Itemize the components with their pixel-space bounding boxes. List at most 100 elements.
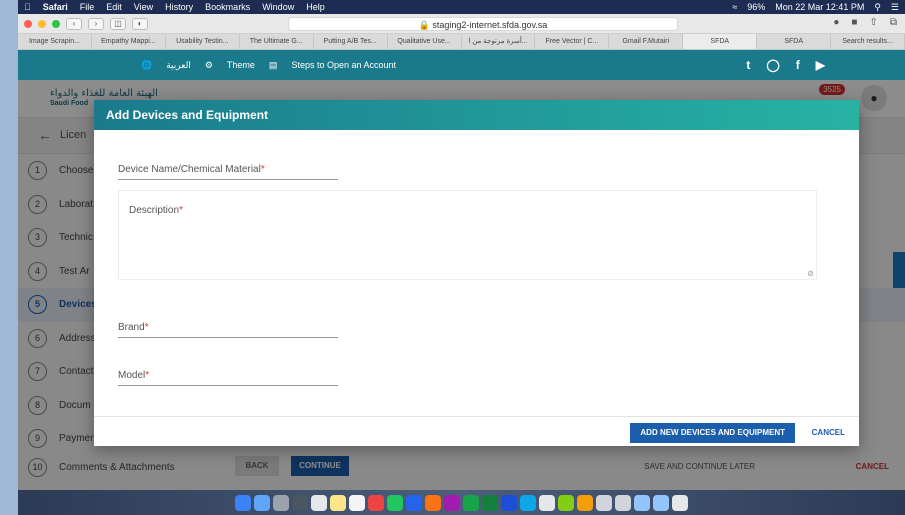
adobe-xd-icon[interactable]: [444, 494, 460, 511]
pocket-icon[interactable]: ■: [851, 17, 857, 28]
app-store-icon[interactable]: [406, 494, 422, 511]
trash-icon[interactable]: [672, 494, 688, 511]
gear-icon[interactable]: ⚙: [205, 60, 213, 71]
window-thumbnail-icon[interactable]: [634, 494, 650, 511]
address-bar[interactable]: 🔒 staging2-internet.sfda.gov.sa: [288, 17, 678, 31]
menu-view[interactable]: View: [134, 2, 153, 12]
required-mark: *: [145, 370, 150, 381]
steps-icon[interactable]: ▤: [269, 60, 278, 71]
add-new-devices-button[interactable]: ADD NEW DEVICES AND EQUIPMENT: [630, 423, 795, 443]
tab-0[interactable]: Image Scrapin...: [18, 34, 92, 49]
model-label: Model: [118, 370, 146, 381]
required-mark: *: [260, 164, 265, 175]
launchpad-icon[interactable]: [273, 494, 289, 511]
calendar-icon[interactable]: [349, 494, 365, 511]
steps-link[interactable]: Steps to Open an Account: [291, 60, 396, 70]
teams-icon[interactable]: [520, 494, 536, 511]
tab-bar: Image Scrapin... Empathy Mappi... Usabil…: [18, 34, 905, 50]
privacy-icon[interactable]: ◐: [132, 17, 148, 30]
tab-9[interactable]: SFDA: [683, 34, 758, 49]
clock[interactable]: Mon 22 Mar 12:41 PM: [775, 2, 864, 12]
pycharm-icon[interactable]: [558, 494, 574, 511]
toolbar-right: ● ■ ⇧ ⧉: [833, 17, 897, 28]
menu-bookmarks[interactable]: Bookmarks: [205, 2, 250, 12]
firefox-icon[interactable]: [425, 494, 441, 511]
zoom-window-icon[interactable]: [52, 19, 60, 28]
social-links: t ◯ f ▶: [746, 58, 825, 72]
wifi-icon[interactable]: ≈: [732, 2, 737, 12]
language-link[interactable]: العربية: [166, 60, 191, 71]
required-mark: *: [179, 205, 183, 216]
finder-icon[interactable]: [235, 494, 251, 511]
menu-window[interactable]: Window: [262, 2, 294, 12]
tab-6[interactable]: أسرة مرتوجة من ا...: [462, 34, 536, 49]
minimize-window-icon[interactable]: [38, 19, 46, 28]
share-icon[interactable]: ⇧: [869, 17, 877, 28]
resize-grip-icon[interactable]: ⊘: [807, 269, 814, 278]
lock-icon: 🔒: [418, 20, 430, 30]
facebook-icon[interactable]: f: [796, 58, 800, 72]
menu-edit[interactable]: Edit: [106, 2, 122, 12]
device-name-label: Device Name/Chemical Material: [118, 164, 261, 175]
tab-8[interactable]: Gmail F.Mutairi: [609, 34, 684, 49]
twitter-icon[interactable]: t: [746, 58, 750, 72]
status-area: ≈ 96% Mon 22 Mar 12:41 PM ⚲ ☰: [732, 2, 899, 13]
tabs-overview-icon[interactable]: ⧉: [890, 17, 897, 28]
tab-1[interactable]: Empathy Mappi...: [92, 34, 166, 49]
theme-link[interactable]: Theme: [227, 60, 255, 70]
apple-icon[interactable]: : [24, 2, 31, 12]
downloads-icon[interactable]: ●: [833, 17, 839, 28]
tab-7[interactable]: Free Vector | C...: [535, 34, 610, 49]
modal-title: Add Devices and Equipment: [94, 100, 859, 130]
excel-icon[interactable]: [482, 494, 498, 511]
notes-icon[interactable]: [311, 494, 327, 511]
stickies-icon[interactable]: [330, 494, 346, 511]
add-devices-modal: Add Devices and Equipment Device Name/Ch…: [94, 100, 859, 446]
macos-menubar:  Safari File Edit View History Bookmark…: [18, 0, 905, 14]
tab-11[interactable]: Search results...: [831, 34, 905, 49]
tab-3[interactable]: The Ultimate G...: [240, 34, 314, 49]
macos-dock: [18, 490, 905, 515]
menu-history[interactable]: History: [165, 2, 193, 12]
forward-nav-icon[interactable]: ›: [88, 17, 104, 30]
site-topbar: 🌐 العربية ⚙ Theme ▤ Steps to Open an Acc…: [18, 50, 905, 80]
tab-10[interactable]: SFDA: [757, 34, 832, 49]
brand-label: Brand: [118, 322, 145, 333]
word-icon[interactable]: [501, 494, 517, 511]
modal-cancel-button[interactable]: CANCEL: [812, 423, 845, 443]
downloads-folder-icon[interactable]: [615, 494, 631, 511]
close-window-icon[interactable]: [24, 19, 32, 28]
url-text: staging2-internet.sfda.gov.sa: [432, 20, 548, 30]
modal-footer: ADD NEW DEVICES AND EQUIPMENT CANCEL: [94, 416, 859, 446]
instagram-icon[interactable]: ◯: [766, 58, 779, 72]
folder-icon[interactable]: [596, 494, 612, 511]
sidebar-icon[interactable]: ◫: [110, 17, 126, 30]
screen:  Safari File Edit View History Bookmark…: [18, 0, 905, 515]
chrome-icon[interactable]: [292, 494, 308, 511]
brand-field[interactable]: Brand*: [118, 322, 338, 338]
battery-percent[interactable]: 96%: [747, 2, 765, 12]
search-icon[interactable]: ⚲: [874, 2, 881, 13]
menu-help[interactable]: Help: [306, 2, 325, 12]
description-label: Description: [129, 205, 180, 216]
tab-5[interactable]: Qualitative Use...: [388, 34, 462, 49]
menu-app[interactable]: Safari: [43, 2, 68, 12]
window-thumbnail-icon[interactable]: [653, 494, 669, 511]
youtube-icon[interactable]: ▶: [816, 58, 825, 72]
tab-4[interactable]: Putting A/B Tes...: [314, 34, 388, 49]
menu-file[interactable]: File: [80, 2, 95, 12]
globe-icon[interactable]: 🌐: [141, 60, 152, 71]
tab-2[interactable]: Usability Testin...: [166, 34, 240, 49]
photos-icon[interactable]: [577, 494, 593, 511]
back-nav-icon[interactable]: ‹: [66, 17, 82, 30]
whatsapp-icon[interactable]: [463, 494, 479, 511]
menu-list-icon[interactable]: ☰: [891, 2, 899, 13]
music-icon[interactable]: [368, 494, 384, 511]
required-mark: *: [144, 322, 149, 333]
model-field[interactable]: Model*: [118, 370, 338, 386]
preview-icon[interactable]: [539, 494, 555, 511]
facetime-icon[interactable]: [387, 494, 403, 511]
device-name-field[interactable]: Device Name/Chemical Material*: [118, 164, 338, 180]
safari-icon[interactable]: [254, 494, 270, 511]
description-textarea[interactable]: Description* ⊘: [118, 190, 817, 280]
